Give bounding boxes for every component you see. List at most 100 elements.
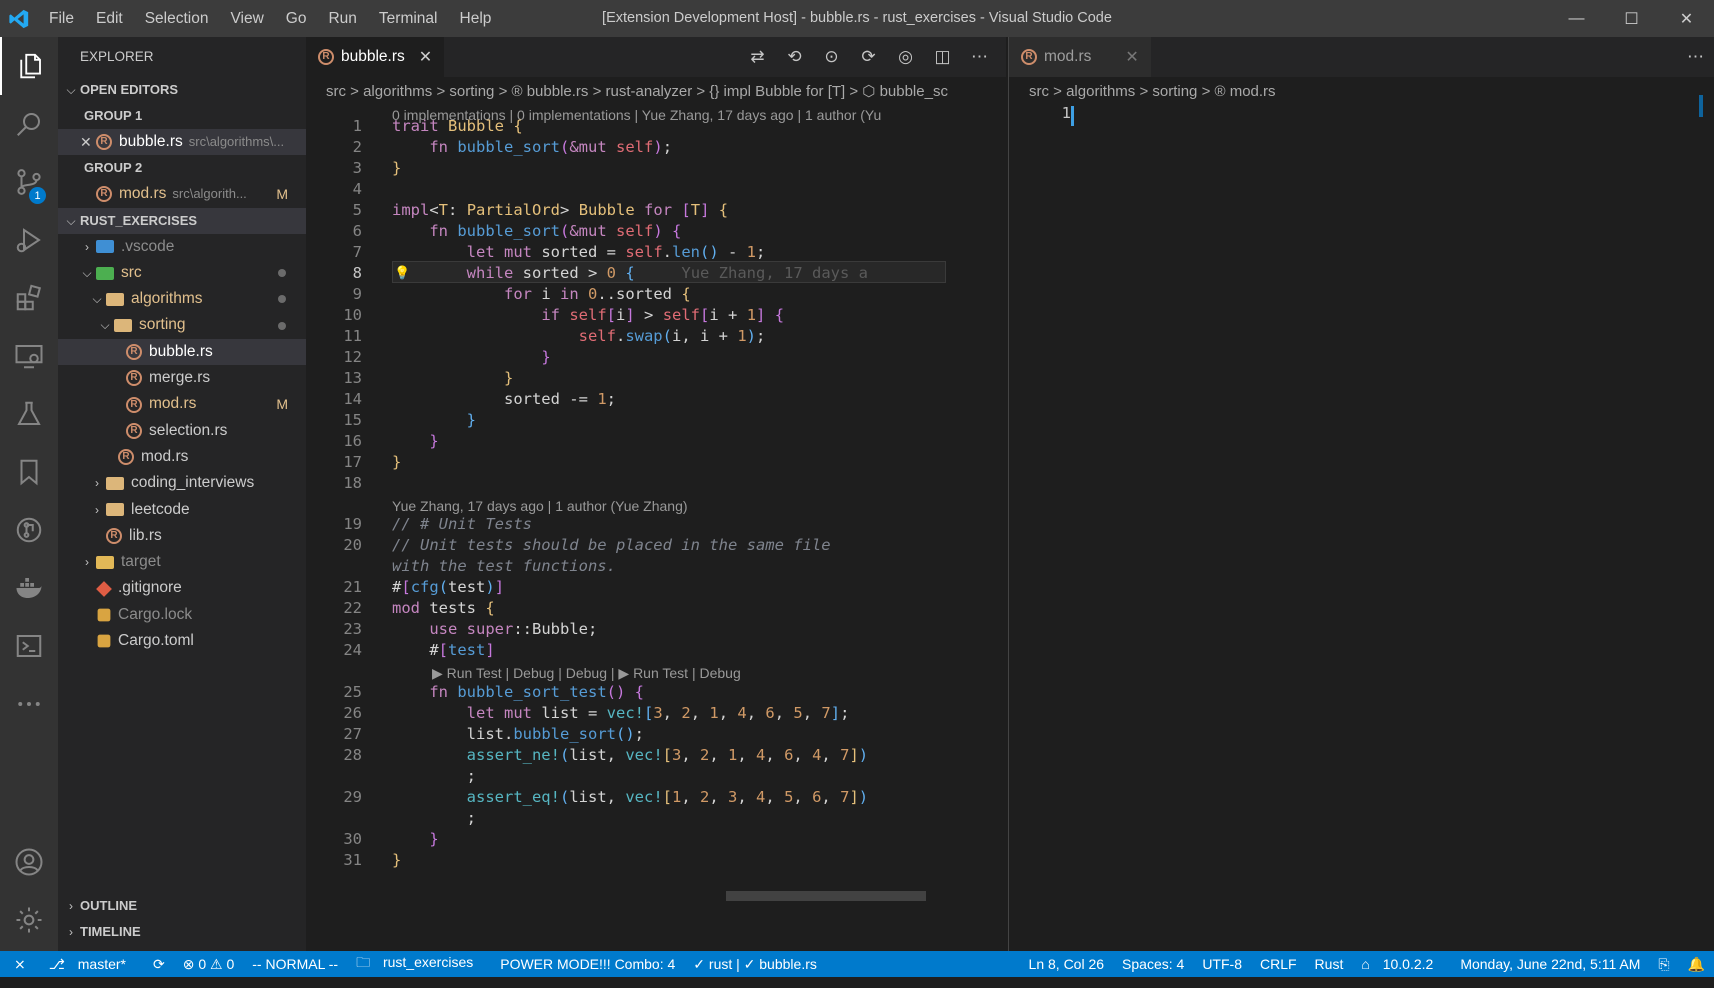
account-icon[interactable] (0, 833, 58, 891)
tree-item-sorting[interactable]: ⌵ sorting (58, 312, 306, 338)
more-icon[interactable] (0, 675, 58, 733)
folder-icon (106, 476, 124, 490)
menu-terminal[interactable]: Terminal (368, 10, 449, 28)
tree-item-leetcode[interactable]: › leetcode (58, 497, 306, 523)
encoding[interactable]: UTF-8 (1193, 956, 1251, 972)
line-number: 13 (343, 369, 362, 387)
split-editor-icon[interactable]: ◫ (924, 47, 961, 67)
breadcrumb[interactable]: src > algorithms > sorting > ® mod.rs (1009, 77, 1714, 107)
tree-item-target[interactable]: › target (58, 549, 306, 575)
outline-label: OUTLINE (80, 898, 138, 913)
line-number: 14 (343, 390, 362, 408)
code-lens[interactable]: Yue Zhang, 17 days ago | 1 author (Yue Z… (392, 498, 688, 514)
open-editors-section[interactable]: ⌵ OPEN EDITORS (58, 77, 306, 103)
live-share-icon[interactable]: ⎘ (1649, 956, 1678, 973)
git-graph-icon[interactable] (0, 501, 58, 559)
tree-item-cargo-toml[interactable]: Cargo.toml (58, 628, 306, 654)
menu-view[interactable]: View (219, 10, 274, 28)
code-line: sorted -= 1; (392, 390, 616, 408)
host-indicator[interactable]: ⌂ 10.0.2.2 (1352, 956, 1451, 972)
close-icon[interactable]: ✕ (1125, 47, 1138, 67)
project-section[interactable]: ⌵ RUST_EXERCISES (58, 207, 306, 234)
lightbulb-icon[interactable]: 💡 (394, 266, 410, 281)
problems-indicator[interactable]: ⊗ 0 ⚠ 0 (174, 956, 244, 973)
tab-bar: R bubble.rs ✕ ⇄ ⟲ ⊙ ⟳ ◎ ◫ ⋯ (306, 37, 1006, 77)
menu-file[interactable]: File (38, 10, 85, 28)
previous-change-icon[interactable]: ⟲ (776, 47, 813, 67)
extensions-icon[interactable] (0, 269, 58, 327)
code-line: } (541, 348, 551, 366)
tree-label: target (121, 553, 161, 571)
tree-item-coding-interviews[interactable]: › coding_interviews (58, 470, 306, 496)
tree-item-algorithms[interactable]: ⌵ algorithms (58, 286, 306, 312)
tree-item-mod-algorithms[interactable]: R mod.rs (58, 444, 306, 470)
line-number: 20 (343, 536, 362, 554)
notifications-bell-icon[interactable]: 🔔 (1679, 956, 1714, 973)
code-lens[interactable]: ▶ Run Test | Debug | Debug | ▶ Run Test … (432, 665, 741, 682)
more-actions-icon[interactable]: ⋯ (1677, 47, 1714, 67)
open-editor-mod[interactable]: R mod.rs src\algorith... M (58, 181, 306, 207)
source-control-icon[interactable]: 1 (0, 153, 58, 211)
menu-selection[interactable]: Selection (134, 10, 220, 28)
tab-bubble-rs[interactable]: R bubble.rs ✕ (306, 37, 445, 77)
menu-run[interactable]: Run (317, 10, 367, 28)
chevron-right-icon: › (85, 555, 89, 570)
vertical-scrollbar[interactable] (1699, 95, 1703, 117)
tree-item-merge[interactable]: R merge.rs (58, 365, 306, 391)
power-mode: POWER MODE!!! Combo: 4 (500, 956, 676, 972)
branch-indicator[interactable]: ⎇ master* (40, 956, 144, 973)
next-change-icon[interactable]: ⟳ (850, 47, 887, 67)
folder-indicator[interactable]: 🗀 rust_exercises (347, 952, 491, 976)
tree-item-vscode[interactable]: › .vscode (58, 234, 306, 260)
horizontal-scrollbar[interactable] (726, 891, 926, 901)
explorer-icon[interactable] (0, 37, 58, 95)
line-number: 10 (343, 306, 362, 324)
outline-section[interactable]: › OUTLINE (58, 893, 306, 919)
menu-help[interactable]: Help (449, 10, 503, 28)
rust-status[interactable]: ✓ rust | ✓ bubble.rs (684, 956, 826, 973)
sync-icon[interactable]: ⟳ (144, 956, 174, 973)
settings-gear-icon[interactable] (0, 891, 58, 949)
code-line: // Unit tests should be placed in the sa… (392, 536, 831, 554)
tree-item-src[interactable]: ⌵ src (58, 260, 306, 286)
tree-item-selection[interactable]: R selection.rs (58, 418, 306, 444)
indentation[interactable]: Spaces: 4 (1113, 956, 1193, 972)
compare-icon[interactable]: ⇄ (739, 47, 776, 67)
language-mode[interactable]: Rust (1306, 956, 1353, 972)
line-number: 7 (352, 243, 362, 261)
tree-item-bubble[interactable]: R bubble.rs (58, 338, 306, 366)
close-window-icon[interactable]: ✕ (1659, 0, 1714, 37)
line-number: 6 (352, 222, 362, 240)
close-icon[interactable]: ✕ (419, 47, 432, 67)
tree-item-gitignore[interactable]: .gitignore (58, 575, 306, 601)
cursor-position[interactable]: Ln 8, Col 26 (1020, 956, 1114, 972)
breadcrumb[interactable]: src > algorithms > sorting > ® bubble.rs… (306, 77, 1006, 107)
code-area[interactable]: 0 implementations | 0 implementations | … (306, 107, 946, 951)
git-lens-icon[interactable]: ◎ (887, 47, 924, 67)
tree-item-mod-sorting[interactable]: R mod.rs M (58, 391, 306, 417)
bookmark-icon[interactable] (0, 443, 58, 501)
more-actions-icon[interactable]: ⋯ (961, 47, 998, 67)
tree-item-cargo-lock[interactable]: Cargo.lock (58, 602, 306, 628)
menu-go[interactable]: Go (275, 10, 318, 28)
line-number: 4 (352, 180, 362, 198)
commit-icon[interactable]: ⊙ (813, 47, 850, 67)
search-icon[interactable] (0, 95, 58, 153)
open-editor-bubble[interactable]: ✕ R bubble.rs src\algorithms\... (58, 129, 306, 156)
timeline-section[interactable]: › TIMELINE (58, 919, 306, 945)
minimize-icon[interactable]: — (1549, 0, 1604, 37)
run-debug-icon[interactable] (0, 211, 58, 269)
terminal-icon[interactable] (0, 617, 58, 675)
remote-explorer-icon[interactable] (0, 327, 58, 385)
line-ending[interactable]: CRLF (1251, 956, 1306, 972)
maximize-icon[interactable]: ☐ (1604, 0, 1659, 37)
project-label: RUST_EXERCISES (80, 212, 198, 228)
tab-mod-rs[interactable]: R mod.rs ✕ (1009, 37, 1151, 77)
close-icon[interactable]: ✕ (80, 129, 96, 155)
docker-icon[interactable] (0, 559, 58, 617)
code-line: // # Unit Tests (392, 515, 532, 533)
remote-icon[interactable]: ⨯ (0, 956, 40, 973)
menu-edit[interactable]: Edit (85, 10, 134, 28)
tree-item-lib[interactable]: R lib.rs (58, 523, 306, 549)
testing-icon[interactable] (0, 385, 58, 443)
